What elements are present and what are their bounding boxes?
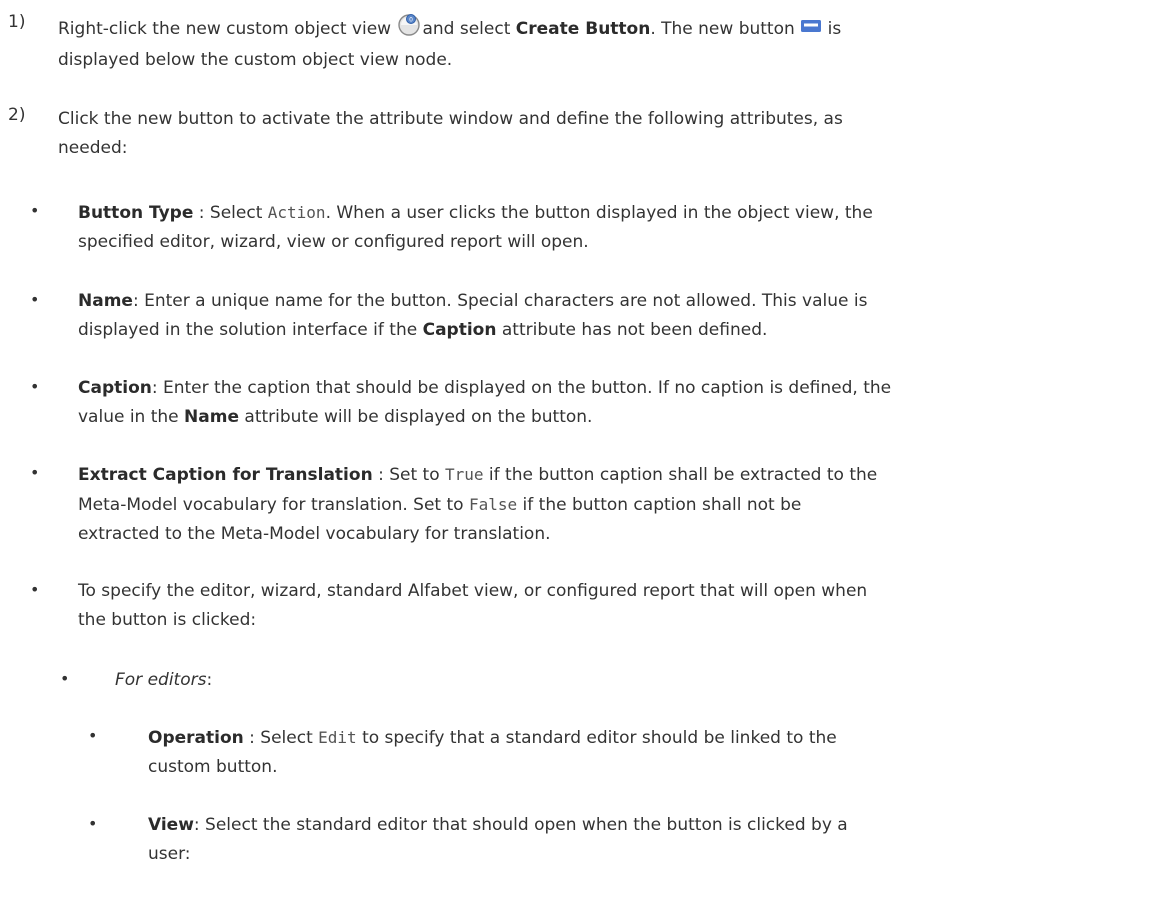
bullet: •	[88, 726, 98, 745]
code-value: Edit	[318, 728, 357, 747]
code-value: Action	[267, 203, 326, 222]
bullet: •	[30, 290, 40, 309]
sub-heading: For editors	[115, 670, 207, 690]
attribute-name: Button Type	[78, 203, 194, 223]
step-number: 1)	[8, 12, 26, 32]
attribute-name: Extract Caption for Translation	[78, 465, 373, 485]
code-value: False	[468, 495, 518, 514]
emphasis: Name	[184, 407, 239, 427]
attribute-name: Name	[78, 291, 133, 311]
bullet: •	[30, 377, 40, 396]
attribute-name: Caption	[78, 378, 152, 398]
step-1-text: Right-click the new custom object view 0…	[58, 12, 1158, 75]
bullet: •	[30, 201, 40, 220]
bullet: •	[30, 463, 40, 482]
emphasis: Create Button	[515, 19, 651, 39]
attribute-name: Operation	[148, 728, 244, 748]
bullet: •	[60, 669, 70, 688]
attribute-name: View	[148, 815, 194, 835]
code-value: True	[445, 465, 484, 484]
step-2-text: Click the new button to activate the att…	[58, 109, 843, 158]
step-number: 2)	[8, 105, 26, 125]
bullet: •	[88, 814, 98, 833]
svg-text:0: 0	[410, 17, 414, 24]
custom-object-view-icon: 0	[396, 12, 422, 46]
bullet: •	[30, 580, 40, 599]
button-icon	[800, 15, 822, 44]
emphasis: Caption	[422, 320, 497, 340]
